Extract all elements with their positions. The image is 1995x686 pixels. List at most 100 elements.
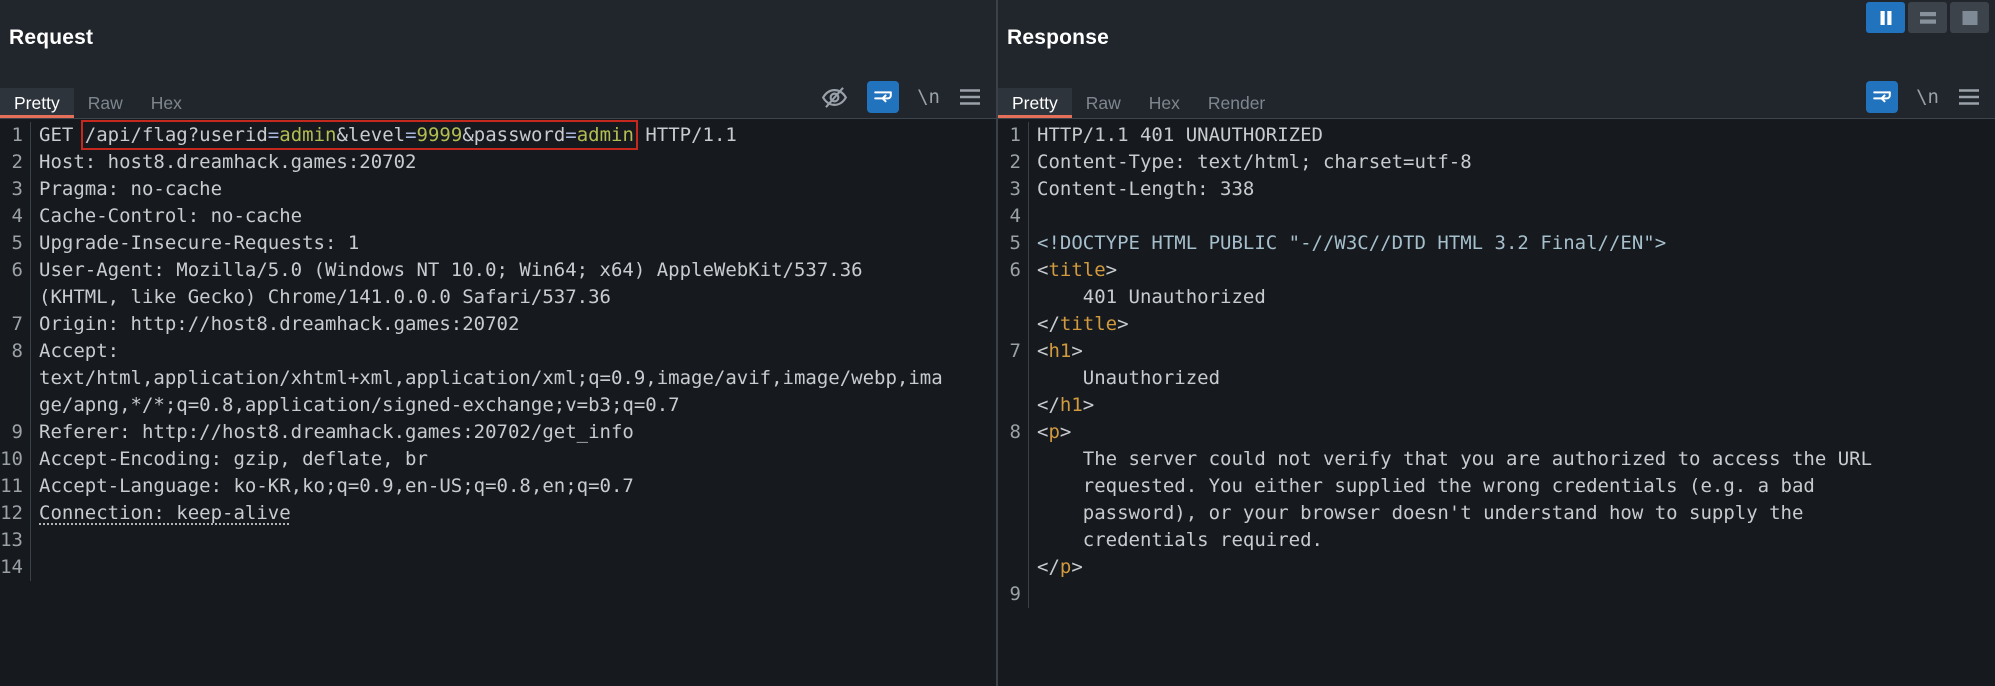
line-number: 9 <box>998 581 1029 608</box>
line-number: 7 <box>998 338 1029 365</box>
code-text: User-Agent: Mozilla/5.0 (Windows NT 10.0… <box>31 257 863 284</box>
code-text: The server could not verify that you are… <box>1029 446 1872 473</box>
line-number <box>998 392 1029 419</box>
line-number: 2 <box>998 149 1029 176</box>
code-line: 3Pragma: no-cache <box>0 176 996 203</box>
line-number <box>998 446 1029 473</box>
code-text: HTTP/1.1 401 UNAUTHORIZED <box>1029 122 1323 149</box>
tab-hex[interactable]: Hex <box>137 88 196 118</box>
code-text: </p> <box>1029 554 1083 581</box>
line-number <box>998 500 1029 527</box>
code-text: GET /api/flag?userid=admin&level=9999&pa… <box>31 122 737 149</box>
code-text <box>31 554 39 581</box>
code-line: 401 Unauthorized <box>998 284 1995 311</box>
request-editor[interactable]: 1GET /api/flag?userid=admin&level=9999&p… <box>0 119 996 686</box>
code-text: (KHTML, like Gecko) Chrome/141.0.0.0 Saf… <box>31 284 611 311</box>
lines-button[interactable] <box>1908 2 1947 33</box>
tab-render[interactable]: Render <box>1194 88 1279 118</box>
code-line: 8Accept: <box>0 338 996 365</box>
line-number: 3 <box>998 176 1029 203</box>
line-number: 8 <box>0 338 31 365</box>
code-text: Connection: keep-alive <box>31 500 291 527</box>
code-text: password), or your browser doesn't under… <box>1029 500 1803 527</box>
code-text: ge/apng,*/*;q=0.8,application/signed-exc… <box>31 392 680 419</box>
code-line: 9Referer: http://host8.dreamhack.games:2… <box>0 419 996 446</box>
code-line: 3Content-Length: 338 <box>998 176 1995 203</box>
code-text: </h1> <box>1029 392 1094 419</box>
code-text: Accept-Encoding: gzip, deflate, br <box>31 446 428 473</box>
tab-pretty[interactable]: Pretty <box>0 88 74 118</box>
code-text: Accept: <box>31 338 119 365</box>
line-number: 5 <box>0 230 31 257</box>
menu-icon[interactable] <box>1957 87 1981 107</box>
code-line: ge/apng,*/*;q=0.8,application/signed-exc… <box>0 392 996 419</box>
tab-hex[interactable]: Hex <box>1135 88 1194 118</box>
line-number <box>0 365 31 392</box>
code-line: text/html,application/xhtml+xml,applicat… <box>0 365 996 392</box>
tab-raw[interactable]: Raw <box>1072 88 1135 118</box>
request-toolbar: \n <box>820 81 982 113</box>
menu-icon[interactable] <box>958 87 982 107</box>
code-line: 12Connection: keep-alive <box>0 500 996 527</box>
code-line: Unauthorized <box>998 365 1995 392</box>
code-text: text/html,application/xhtml+xml,applicat… <box>31 365 943 392</box>
code-text: </title> <box>1029 311 1129 338</box>
code-text: Cache-Control: no-cache <box>31 203 302 230</box>
code-text <box>31 527 39 554</box>
code-line: password), or your browser doesn't under… <box>998 500 1995 527</box>
line-number: 6 <box>998 257 1029 284</box>
code-line: The server could not verify that you are… <box>998 446 1995 473</box>
newline-visibility-icon[interactable]: \n <box>917 86 940 108</box>
code-text <box>1029 203 1037 230</box>
hide-eye-icon[interactable] <box>820 85 849 110</box>
code-line: 4 <box>998 203 1995 230</box>
response-toolbar: \n <box>1866 81 1981 113</box>
code-text: 401 Unauthorized <box>1029 284 1266 311</box>
tab-pretty[interactable]: Pretty <box>998 88 1072 118</box>
code-line: 9 <box>998 581 1995 608</box>
code-line: 11Accept-Language: ko-KR,ko;q=0.9,en-US;… <box>0 473 996 500</box>
line-number: 7 <box>0 311 31 338</box>
line-number <box>0 392 31 419</box>
code-text: Accept-Language: ko-KR,ko;q=0.9,en-US;q=… <box>31 473 634 500</box>
response-editor[interactable]: 1HTTP/1.1 401 UNAUTHORIZED2Content-Type:… <box>998 119 1995 686</box>
response-panel: Response PrettyRawHexRender \n <box>998 0 1995 686</box>
code-text: Upgrade-Insecure-Requests: 1 <box>31 230 359 257</box>
line-number <box>998 365 1029 392</box>
line-number: 3 <box>0 176 31 203</box>
pause-button[interactable] <box>1866 2 1905 33</box>
code-text: Host: host8.dreamhack.games:20702 <box>31 149 417 176</box>
code-text <box>1029 581 1037 608</box>
newline-visibility-icon[interactable]: \n <box>1916 86 1939 108</box>
code-line: 2Content-Type: text/html; charset=utf-8 <box>998 149 1995 176</box>
word-wrap-toggle-icon[interactable] <box>1866 81 1898 113</box>
tab-raw[interactable]: Raw <box>74 88 137 118</box>
code-line: </h1> <box>998 392 1995 419</box>
code-text: <title> <box>1029 257 1117 284</box>
code-line: 4Cache-Control: no-cache <box>0 203 996 230</box>
square-button[interactable] <box>1950 2 1989 33</box>
code-line: 1HTTP/1.1 401 UNAUTHORIZED <box>998 122 1995 149</box>
line-number <box>998 527 1029 554</box>
code-line: 5<!DOCTYPE HTML PUBLIC "-//W3C//DTD HTML… <box>998 230 1995 257</box>
line-number: 4 <box>998 203 1029 230</box>
line-number: 1 <box>0 122 31 149</box>
line-number: 14 <box>0 554 31 581</box>
code-text: Referer: http://host8.dreamhack.games:20… <box>31 419 634 446</box>
code-line: 6<title> <box>998 257 1995 284</box>
line-number: 12 <box>0 500 31 527</box>
word-wrap-toggle-icon[interactable] <box>867 81 899 113</box>
line-number: 2 <box>0 149 31 176</box>
line-number: 1 <box>998 122 1029 149</box>
code-line: </title> <box>998 311 1995 338</box>
window-controls <box>1866 2 1989 33</box>
code-text: Unauthorized <box>1029 365 1220 392</box>
line-number <box>998 284 1029 311</box>
line-number: 4 <box>0 203 31 230</box>
line-number: 8 <box>998 419 1029 446</box>
code-text: requested. You either supplied the wrong… <box>1029 473 1815 500</box>
code-line: 7Origin: http://host8.dreamhack.games:20… <box>0 311 996 338</box>
code-text: Content-Length: 338 <box>1029 176 1254 203</box>
code-line: credentials required. <box>998 527 1995 554</box>
code-line: </p> <box>998 554 1995 581</box>
